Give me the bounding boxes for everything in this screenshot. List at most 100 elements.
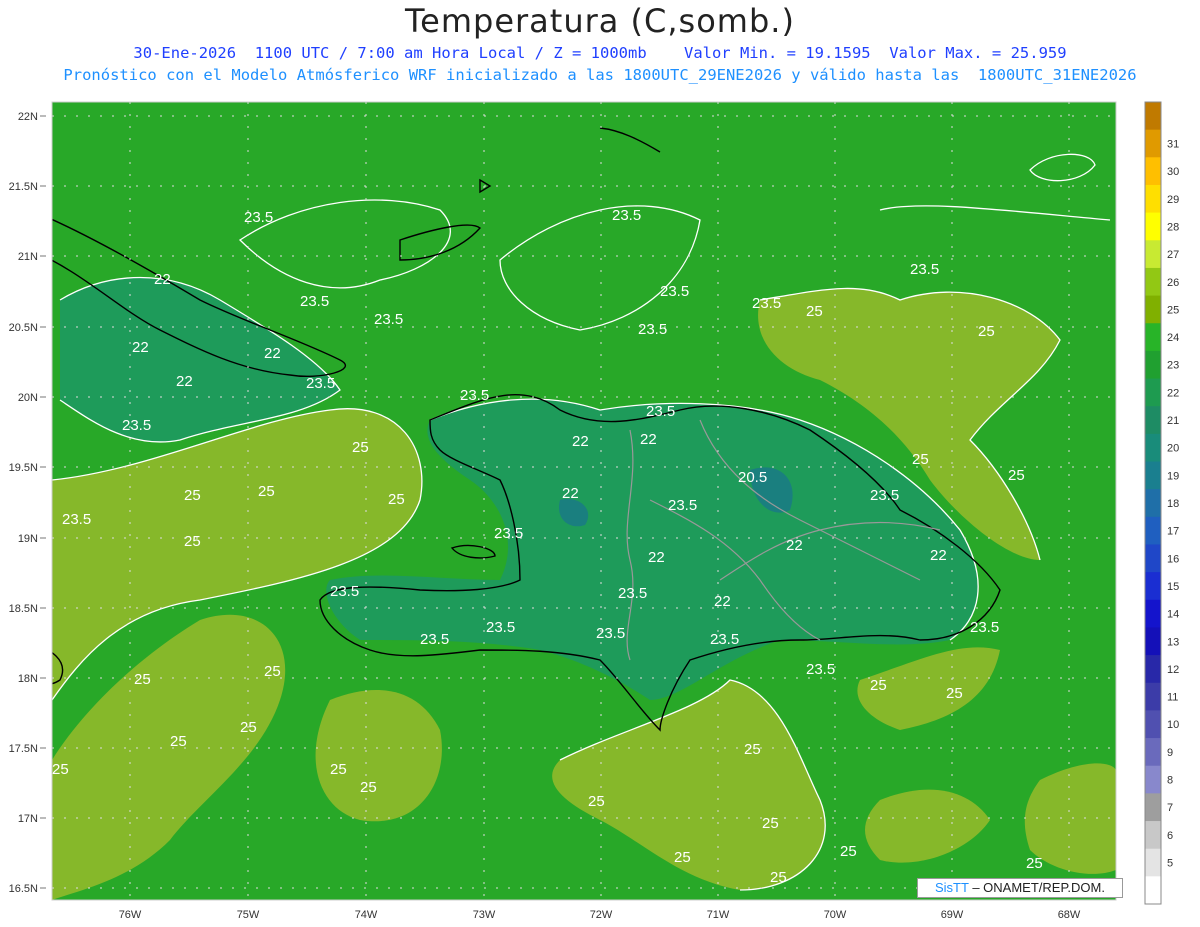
contour-label: 23.5 [244,209,273,226]
colorbar-label: 28 [1167,221,1179,233]
colorbar-label: 26 [1167,277,1179,289]
colorbar-swatch [1145,738,1161,767]
lat-label: 18N [18,673,38,685]
colorbar-swatch [1145,544,1161,573]
contour-label: 22 [154,271,171,288]
contour-label: 23.5 [612,207,641,224]
contour-label: 25 [674,849,691,866]
colorbar-label: 29 [1167,194,1179,206]
contour-label: 23.5 [420,631,449,648]
colorbar-swatch [1145,102,1161,131]
colorbar-label: 27 [1167,249,1179,261]
contour-label: 25 [240,719,257,736]
contour-label: 25 [184,533,201,550]
colorbar-swatch [1145,793,1161,822]
contour-label: 25 [1008,467,1025,484]
contour-label: 23.5 [752,295,781,312]
colorbar-swatch [1145,765,1161,794]
contour-label: 22 [648,549,665,566]
contour-label: 25 [264,663,281,680]
lat-label: 17N [18,813,38,825]
colorbar-label: 25 [1167,304,1179,316]
colorbar-swatch [1145,350,1161,380]
lon-label: 73W [473,909,496,921]
colorbar-label: 9 [1167,747,1173,759]
contour-label: 25 [1026,855,1043,872]
lon-label: 71W [707,909,730,921]
contour-label: 20.5 [738,469,767,486]
lon-label: 76W [119,909,142,921]
colorbar-label: 14 [1167,609,1179,621]
colorbar-swatch [1145,129,1161,158]
colorbar-label: 30 [1167,166,1179,178]
colorbar-label: 24 [1167,332,1179,344]
colorbar-swatch [1145,876,1161,905]
lat-label: 19N [18,533,38,545]
contour-label: 23.5 [668,497,697,514]
colorbar-swatch [1145,295,1161,324]
colorbar-label: 5 [1167,858,1173,870]
colorbar-swatch [1145,184,1161,214]
colorbar-label: 19 [1167,470,1179,482]
contour-label: 23.5 [596,625,625,642]
lat-axis: 22N 21.5N 21N 20.5N 20N 19.5N 19N 18.5N … [9,111,38,895]
contour-label: 25 [170,733,187,750]
contour-label: 25 [134,671,151,688]
lat-label: 17.5N [9,743,38,755]
contour-label: 23.5 [486,619,515,636]
colorbar-swatch [1145,627,1161,656]
credit-box: SisTT – ONAMET/REP.DOM. [917,878,1123,898]
contour-label: 22 [562,485,579,502]
contour-label: 23.5 [374,311,403,328]
contour-label: 25 [184,487,201,504]
contour-label: 25 [978,323,995,340]
colorbar-label: 22 [1167,387,1179,399]
colorbar-label: 20 [1167,443,1179,455]
colorbar-swatch [1145,655,1161,684]
colorbar-label: 15 [1167,581,1179,593]
contour-label: 23.5 [460,387,489,404]
colorbar-swatch [1145,267,1161,297]
contour-label: 25 [912,451,929,468]
colorbar-label: 7 [1167,802,1173,814]
contour-label: 23.5 [870,487,899,504]
contour-label: 25 [744,741,761,758]
contour-label: 23.5 [306,375,335,392]
colorbar-label: 23 [1167,360,1179,372]
contour-label: 22 [640,431,657,448]
contour-label: 25 [360,779,377,796]
colorbar-swatch [1145,240,1161,269]
contour-label: 25 [588,793,605,810]
contour-label: 25 [388,491,405,508]
colorbar-label: 12 [1167,664,1179,676]
colorbar-label: 21 [1167,415,1179,427]
lat-label: 21N [18,251,38,263]
colorbar-label: 8 [1167,775,1173,787]
colorbar-label: 6 [1167,830,1173,842]
contour-label: 23.5 [970,619,999,636]
contour-label: 23.5 [122,417,151,434]
lat-label: 16.5N [9,883,38,895]
lon-label: 70W [824,909,847,921]
contour-label: 22 [176,373,193,390]
contour-label: 25 [352,439,369,456]
colorbar-label: 18 [1167,498,1179,510]
lat-ticks [40,115,46,889]
contour-label: 23.5 [910,261,939,278]
contour-label: 25 [762,815,779,832]
contour-label: 25 [52,761,69,778]
credit-text: – ONAMET/REP.DOM. [968,880,1105,895]
lon-label: 75W [237,909,260,921]
colorbar-label: 13 [1167,636,1179,648]
contour-label: 22 [572,433,589,450]
contour-label: 23.5 [806,661,835,678]
lat-label: 22N [18,111,38,123]
contour-label: 23.5 [494,525,523,542]
contour-label: 22 [714,593,731,610]
contour-label: 23.5 [62,511,91,528]
colorbar-swatch [1145,433,1161,463]
contour-label: 25 [840,843,857,860]
lat-label: 19.5N [9,462,38,474]
contour-label: 25 [806,303,823,320]
colorbar-swatch [1145,406,1161,435]
